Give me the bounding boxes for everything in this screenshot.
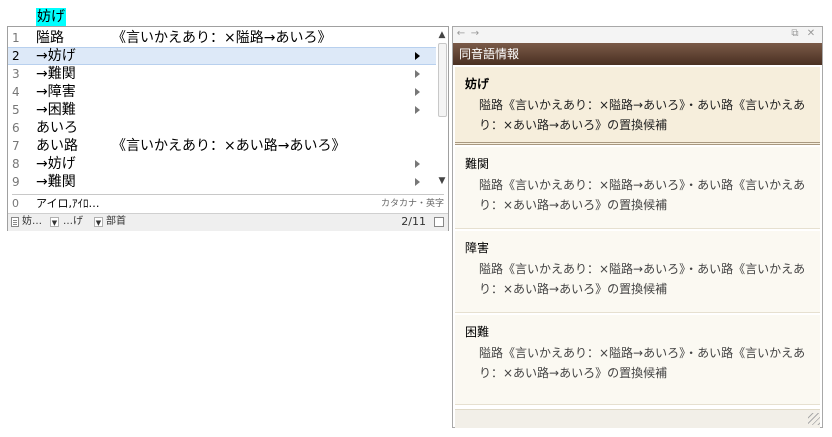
candidate-text: 隘路 <box>36 30 64 46</box>
info-entry-word: 障害 <box>465 241 490 255</box>
status-segment-1[interactable]: 妨… <box>22 214 42 230</box>
info-entry-word: 難関 <box>465 157 490 171</box>
candidate-text: →妨げ <box>36 48 76 64</box>
candidate-text: →困難 <box>36 102 76 118</box>
restore-icon[interactable]: ⧉ <box>789 28 801 40</box>
close-icon[interactable]: ✕ <box>805 28 817 40</box>
candidate-zero-hint: カタカナ・英字 <box>380 199 444 209</box>
homonym-info-window: ← → ⧉ ✕ 同音語情報 妨げ隘路《言いかえあり：×隘路→あいろ》・あい路《言… <box>452 26 823 428</box>
submenu-arrow-icon <box>415 52 420 60</box>
candidate-number: 3 <box>12 67 20 81</box>
candidate-item[interactable]: 6 あいろ <box>8 119 436 137</box>
submenu-arrow-icon <box>415 160 420 168</box>
info-entry-description: 隘路《言いかえあり：×隘路→あいろ》・あい路《言いかえあり：×あい路→あいろ》の… <box>479 262 806 296</box>
candidate-number: 0 <box>12 197 19 210</box>
candidate-item[interactable]: 4 →障害 <box>8 83 436 101</box>
scroll-down-icon[interactable]: ▼ <box>437 175 447 187</box>
submenu-arrow-icon <box>415 88 420 96</box>
expand-window-icon[interactable] <box>434 217 444 227</box>
candidate-text: →障害 <box>36 84 76 100</box>
candidate-separator <box>12 194 444 195</box>
info-entry[interactable]: 難関隘路《言いかえあり：×隘路→あいろ》・あい路《言いかえあり：×あい路→あいろ… <box>455 147 820 229</box>
info-entry-word: 困難 <box>465 325 490 339</box>
candidate-text: あいろ <box>36 120 78 136</box>
candidate-item[interactable]: 9 →難関 <box>8 173 436 191</box>
candidate-zero-row[interactable]: 0 アイロ,ｱｲﾛ… カタカナ・英字 <box>8 196 448 212</box>
candidate-item[interactable]: 1 隘路 《言いかえあり：×隘路→あいろ》 <box>8 29 436 47</box>
candidate-scrollbar[interactable]: ▲ ▼ <box>436 27 448 194</box>
info-entry[interactable]: 障害隘路《言いかえあり：×隘路→あいろ》・あい路《言いかえあり：×あい路→あいろ… <box>455 231 820 313</box>
resize-grip-icon[interactable] <box>808 413 820 425</box>
candidate-number: 8 <box>12 157 20 171</box>
candidate-number: 2 <box>12 49 20 63</box>
candidate-list: 1 隘路 《言いかえあり：×隘路→あいろ》 2 →妨げ 3 →難関 4 →障害 5 →困難 6 あいろ 7… <box>8 27 436 194</box>
document-icon <box>11 217 19 227</box>
submenu-arrow-icon <box>415 178 420 186</box>
info-entry-description: 隘路《言いかえあり：×隘路→あいろ》・あい路《言いかえあり：×あい路→あいろ》の… <box>479 98 806 132</box>
candidate-annotation: 《言いかえあり：×隘路→あいろ》 <box>112 30 332 46</box>
composition-text: 妨げ <box>36 8 66 26</box>
candidate-text: →難関 <box>36 174 76 190</box>
candidate-item[interactable]: 5 →困難 <box>8 101 436 119</box>
info-entry[interactable]: 妨げ隘路《言いかえあり：×隘路→あいろ》・あい路《言いかえあり：×あい路→あいろ… <box>455 67 820 145</box>
candidate-item[interactable]: 7 あい路 《言いかえあり：×あい路→あいろ》 <box>8 137 436 155</box>
forward-icon[interactable]: → <box>469 28 481 40</box>
scroll-up-icon[interactable]: ▲ <box>438 30 446 40</box>
back-icon[interactable]: ← <box>455 28 467 40</box>
candidate-text: →妨げ <box>36 156 76 172</box>
candidate-annotation: 《言いかえあり：×あい路→あいろ》 <box>112 138 346 154</box>
candidate-number: 9 <box>12 175 20 189</box>
chevron-down-icon[interactable]: ▼ <box>50 217 59 227</box>
scroll-thumb[interactable] <box>438 43 447 117</box>
candidate-number: 7 <box>12 139 20 153</box>
status-segment-2[interactable]: …げ <box>63 214 83 230</box>
info-entry[interactable]: 困難隘路《言いかえあり：×隘路→あいろ》・あい路《言いかえあり：×あい路→あいろ… <box>455 315 820 405</box>
candidate-number: 6 <box>12 121 20 135</box>
chevron-down-icon[interactable]: ▼ <box>94 217 103 227</box>
candidate-text: →難関 <box>36 66 76 82</box>
candidate-number: 1 <box>12 31 20 45</box>
info-toolbar: ← → ⧉ ✕ <box>453 27 822 43</box>
radical-button[interactable]: 部首 <box>106 214 126 230</box>
candidate-status-bar: 妨… ▼ …げ ▼ 部首 2/11 <box>8 213 448 231</box>
info-header: 同音語情報 <box>453 43 822 65</box>
candidate-number: 5 <box>12 103 20 117</box>
info-entry-description: 隘路《言いかえあり：×隘路→あいろ》・あい路《言いかえあり：×あい路→あいろ》の… <box>479 346 806 380</box>
candidate-window: 1 隘路 《言いかえあり：×隘路→あいろ》 2 →妨げ 3 →難関 4 →障害 5 →困難 6 あいろ 7… <box>7 26 449 231</box>
candidate-zero-text: アイロ,ｱｲﾛ… <box>36 197 100 210</box>
submenu-arrow-icon <box>415 106 420 114</box>
candidate-item[interactable]: 2 →妨げ <box>8 47 436 65</box>
candidate-item[interactable]: 3 →難関 <box>8 65 436 83</box>
info-entry-description: 隘路《言いかえあり：×隘路→あいろ》・あい路《言いかえあり：×あい路→あいろ》の… <box>479 178 806 212</box>
candidate-item[interactable]: 8 →妨げ <box>8 155 436 173</box>
info-footer <box>455 409 820 428</box>
info-entry-word: 妨げ <box>465 77 490 91</box>
page-indicator: 2/11 <box>401 215 426 228</box>
candidate-number: 4 <box>12 85 20 99</box>
submenu-arrow-icon <box>415 70 420 78</box>
candidate-text: あい路 <box>36 138 78 154</box>
